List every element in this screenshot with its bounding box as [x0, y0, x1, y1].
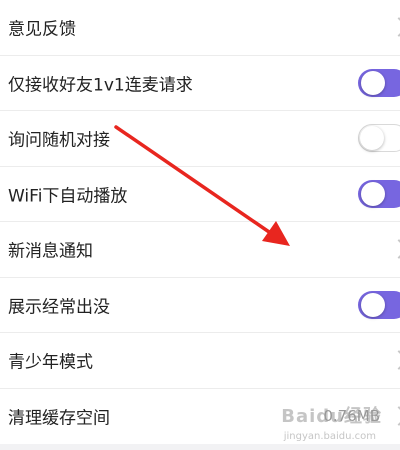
- row-feedback[interactable]: 意见反馈: [0, 0, 400, 56]
- row-random-match: 询问随机对接: [0, 111, 400, 167]
- toggle-knob: [361, 181, 385, 206]
- watermark-url: jingyan.baidu.com: [283, 431, 376, 442]
- wifi-autoplay-toggle[interactable]: [358, 179, 400, 208]
- chevron-right-icon: [389, 350, 400, 371]
- chevron-right-icon: [389, 406, 400, 427]
- row-show-frequent: 展示经常出没: [0, 278, 400, 333]
- row-wifi-autoplay: WiFi下自动播放: [0, 167, 400, 222]
- random-match-label: 询问随机对接: [8, 130, 110, 151]
- friends-only-mic-toggle[interactable]: [358, 68, 400, 97]
- toggle-knob: [361, 70, 385, 95]
- friends-only-mic-label: 仅接收好友1v1连麦请求: [8, 75, 193, 96]
- new-message-notify-label: 新消息通知: [8, 241, 93, 262]
- wifi-autoplay-label: WiFi下自动播放: [8, 186, 128, 207]
- row-new-message-notify[interactable]: 新消息通知: [0, 222, 400, 278]
- watermark-logo: Baidu经验: [281, 406, 382, 427]
- chevron-right-icon: [389, 17, 400, 38]
- random-match-toggle[interactable]: [358, 124, 400, 153]
- show-frequent-label: 展示经常出没: [8, 297, 110, 318]
- clear-cache-label: 清理缓存空间: [8, 408, 110, 429]
- row-friends-only-mic: 仅接收好友1v1连麦请求: [0, 56, 400, 111]
- settings-list: 意见反馈 仅接收好友1v1连麦请求 询问随机对接 WiFi下自动播放 新消息通知…: [0, 0, 400, 444]
- toggle-knob: [361, 292, 385, 317]
- show-frequent-toggle[interactable]: [358, 290, 400, 319]
- toggle-knob: [360, 126, 384, 151]
- row-teen-mode[interactable]: 青少年模式: [0, 333, 400, 389]
- chevron-right-icon: [389, 239, 400, 260]
- feedback-label: 意见反馈: [8, 19, 76, 40]
- teen-mode-label: 青少年模式: [8, 352, 93, 373]
